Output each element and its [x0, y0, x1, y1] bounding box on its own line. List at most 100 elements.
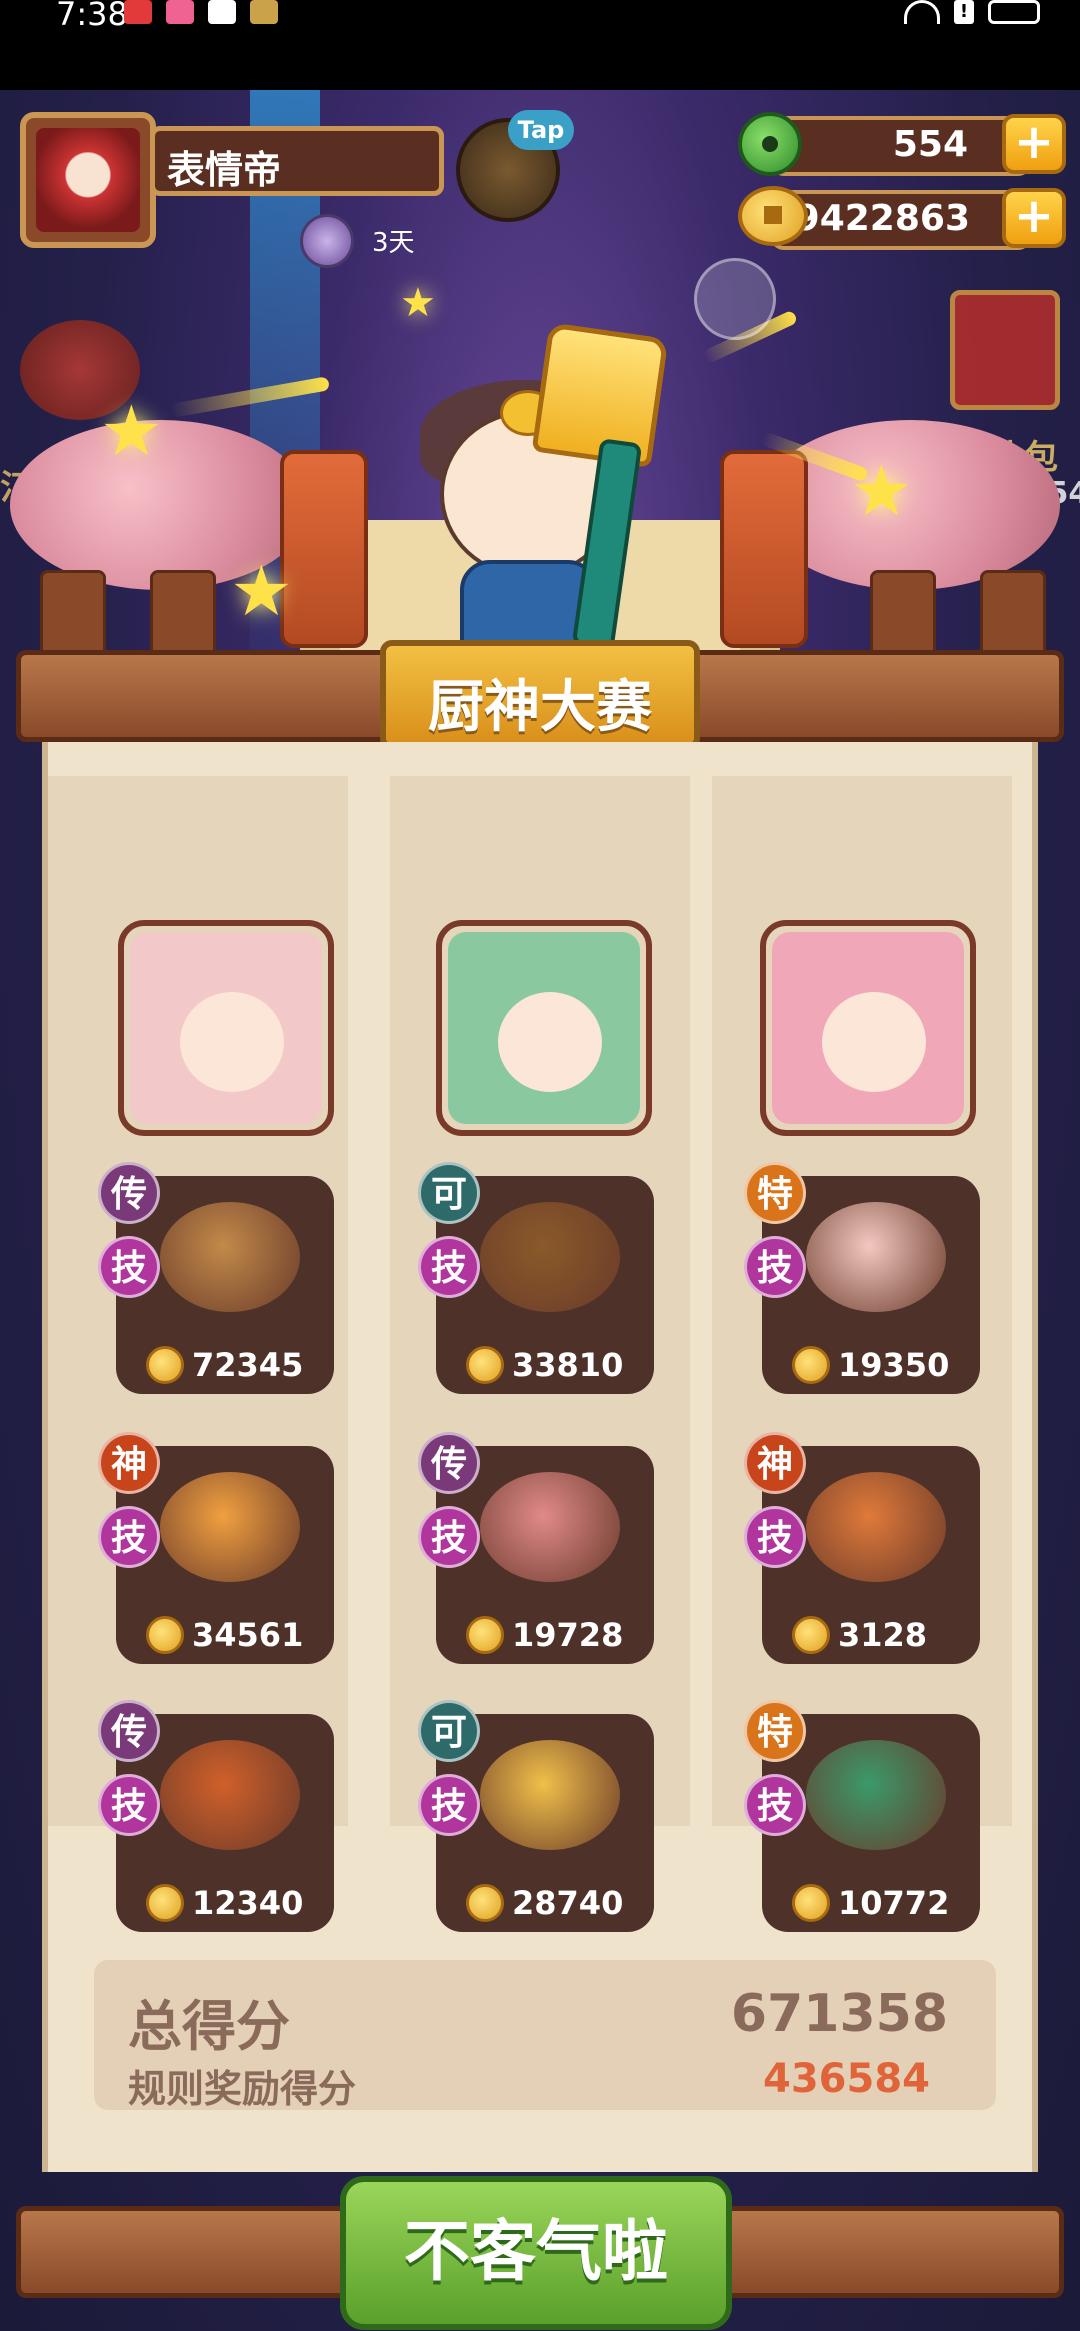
dish-card[interactable]: 传技 72345	[98, 1162, 334, 1394]
player-name-plate[interactable]: 表情帝	[150, 126, 444, 196]
dish-score-row: 19728	[466, 1616, 623, 1654]
kfc-app-icon	[208, 0, 236, 24]
dish-card[interactable]: 可技 33810	[418, 1162, 654, 1394]
dish-score-row: 19350	[792, 1346, 949, 1384]
coin-icon	[792, 1346, 830, 1384]
stage-pillar-right	[720, 450, 808, 648]
status-bar: 7:38 !	[0, 0, 1080, 90]
coin-icon	[146, 1884, 184, 1922]
chef-face	[822, 992, 926, 1092]
dish-card[interactable]: 可技 28740	[418, 1700, 654, 1932]
gift-box-icon	[950, 290, 1060, 410]
dish-score-row: 12340	[146, 1884, 303, 1922]
dish-skill-badge: 技	[418, 1506, 480, 1568]
dish-score: 19350	[838, 1346, 950, 1384]
dish-score: 33810	[512, 1346, 624, 1384]
bonus-score-value: 436584	[763, 2056, 930, 2102]
days-avatar-icon	[300, 214, 354, 268]
dish-score: 72345	[192, 1346, 304, 1384]
player-name: 表情帝	[167, 148, 282, 192]
tap-label: Tap	[508, 110, 574, 150]
game-app-icon	[250, 0, 278, 24]
coin-icon	[792, 1884, 830, 1922]
dish-skill-badge: 技	[744, 1236, 806, 1298]
dish-grade-badge: 特	[744, 1700, 806, 1762]
dish-grade-badge: 可	[418, 1162, 480, 1224]
dish-grade-badge: 传	[418, 1432, 480, 1494]
sparkle-star-icon: ★	[850, 450, 913, 532]
alert-icon: !	[954, 0, 974, 24]
chef-portrait-1[interactable]	[118, 920, 334, 1136]
dish-skill-badge: 技	[418, 1236, 480, 1298]
chef-portrait-art	[448, 932, 640, 1124]
status-indicators: !	[904, 0, 1040, 24]
dish-image	[160, 1740, 300, 1850]
dish-grade-badge: 可	[418, 1700, 480, 1762]
dish-score: 19728	[512, 1616, 624, 1654]
sparkle-star-icon: ★	[230, 550, 293, 632]
dish-score: 12340	[192, 1884, 304, 1922]
bilibili-app-icon	[166, 0, 194, 24]
dish-score-row: 72345	[146, 1346, 303, 1384]
chef-portrait-2[interactable]	[436, 920, 652, 1136]
add-coin-button[interactable]: +	[1002, 188, 1066, 248]
notification-app-icon	[124, 0, 152, 24]
dish-image	[806, 1472, 946, 1582]
dish-card[interactable]: 特技 10772	[744, 1700, 980, 1932]
dish-card[interactable]: 传技 19728	[418, 1432, 654, 1664]
dish-score-row: 3128	[792, 1616, 927, 1654]
dish-grade-badge: 神	[744, 1432, 806, 1494]
dish-skill-badge: 技	[418, 1774, 480, 1836]
dish-skill-badge: 技	[744, 1774, 806, 1836]
dish-image	[480, 1202, 620, 1312]
piggy-bank-icon[interactable]	[694, 258, 776, 340]
confirm-button[interactable]: 不客气啦	[340, 2176, 732, 2330]
chef-portrait-3[interactable]	[760, 920, 976, 1136]
coin-icon	[792, 1616, 830, 1654]
chef-portrait-art	[130, 932, 322, 1124]
coin-icon	[146, 1616, 184, 1654]
total-score-value: 671358	[730, 1984, 948, 2044]
score-summary: 总得分 671358 规则奖励得分 436584	[94, 1960, 996, 2111]
coin-icon	[466, 1884, 504, 1922]
dish-score: 10772	[838, 1884, 950, 1922]
dish-image	[480, 1472, 620, 1582]
dish-skill-badge: 技	[98, 1774, 160, 1836]
dish-score-row: 10772	[792, 1884, 949, 1922]
status-time: 7:38	[56, 0, 128, 33]
dish-card[interactable]: 神技 3128	[744, 1432, 980, 1664]
dish-card[interactable]: 特技 19350	[744, 1162, 980, 1394]
dish-score-row: 33810	[466, 1346, 623, 1384]
dish-card[interactable]: 传技 12340	[98, 1700, 334, 1932]
sparkle-star-icon: ★	[100, 390, 163, 472]
dish-grade-badge: 神	[98, 1432, 160, 1494]
jade-amount: 554	[892, 124, 968, 165]
chef-face	[498, 992, 602, 1092]
dish-score-row: 34561	[146, 1616, 303, 1654]
player-avatar[interactable]	[20, 112, 156, 248]
add-jade-button[interactable]: +	[1002, 114, 1066, 174]
jade-icon	[738, 112, 802, 176]
contest-title-plate: 厨神大赛	[380, 640, 700, 750]
dish-image	[806, 1202, 946, 1312]
coin-icon	[466, 1616, 504, 1654]
coin-counter: 29422863	[770, 190, 1032, 250]
stage-pillar-left	[280, 450, 368, 648]
dish-card[interactable]: 神技 34561	[98, 1432, 334, 1664]
total-score-label: 总得分	[128, 1995, 290, 2058]
dish-skill-badge: 技	[98, 1236, 160, 1298]
game-scene: 江湖火 限时礼包 16:21:54 ★ ★ ★ ★ 表情帝 Tap 3天 554	[0, 90, 1080, 2331]
dish-image	[160, 1472, 300, 1582]
dish-skill-badge: 技	[744, 1506, 806, 1568]
bonus-score-label: 规则奖励得分	[128, 2067, 357, 2111]
coin-icon	[146, 1346, 184, 1384]
dish-score: 34561	[192, 1616, 304, 1654]
days-remaining: 3天	[372, 228, 415, 258]
dish-score-row: 28740	[466, 1884, 623, 1922]
sparkle-star-icon: ★	[400, 280, 436, 326]
dish-image	[160, 1202, 300, 1312]
avatar-face	[36, 128, 140, 232]
coin-icon	[466, 1346, 504, 1384]
contest-panel: 传技 72345 神技 34561 传技 12340 可技 33810 传技 19728 可技 287…	[42, 742, 1038, 2172]
chef-portrait-art	[772, 932, 964, 1124]
